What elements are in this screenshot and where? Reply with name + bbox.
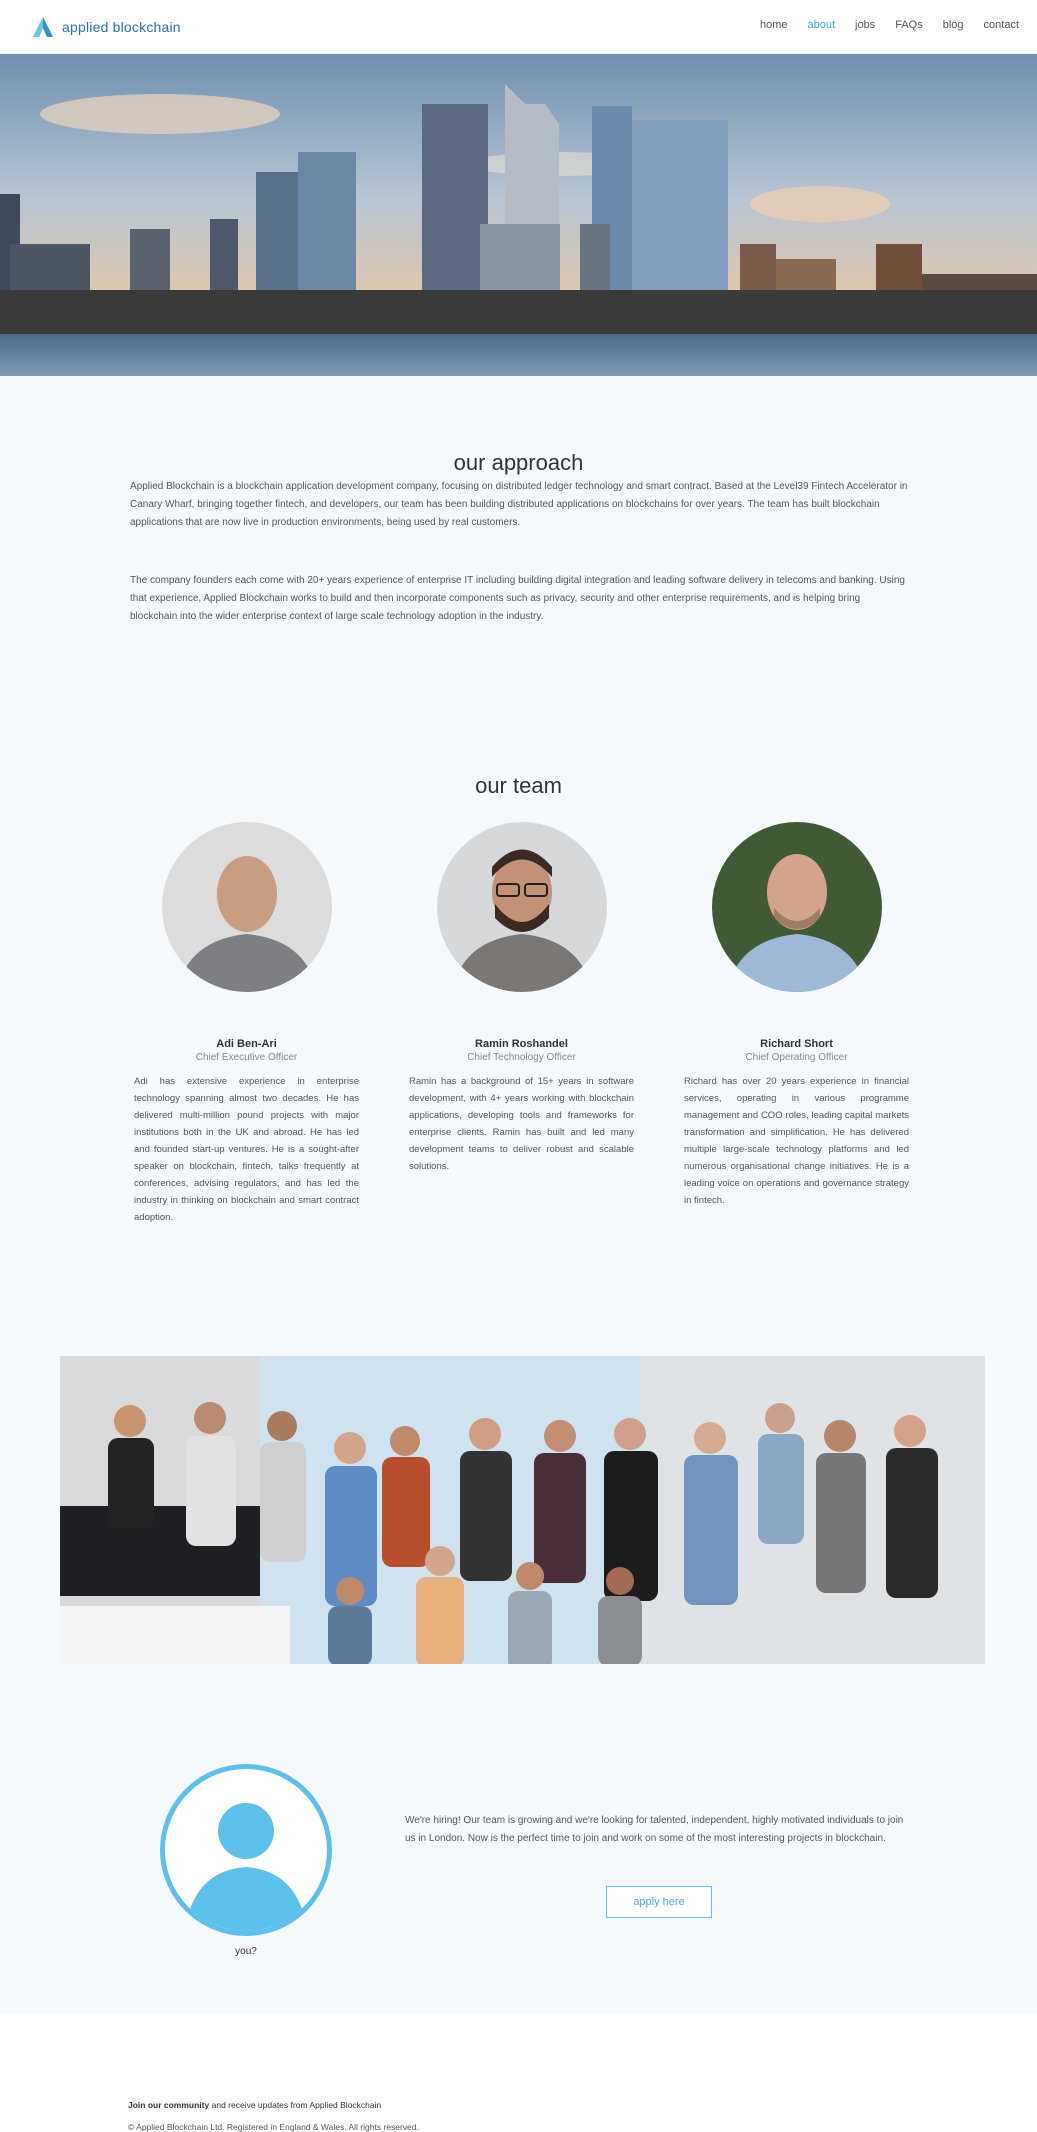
footer-community-link[interactable]: Join our community [128, 2100, 209, 2110]
team-title: our team [475, 773, 562, 799]
brand-logo[interactable]: applied blockchain [32, 16, 181, 38]
member-name: Ramin Roshandel [475, 1038, 568, 1050]
team-member-ramin: Ramin Roshandel Chief Technology Officer… [409, 822, 634, 1175]
member-role: Chief Operating Officer [745, 1052, 848, 1063]
nav-blog[interactable]: blog [943, 19, 964, 31]
group-photo-illustration [60, 1356, 985, 1664]
footer-community-text: and receive updates from Applied Blockch… [211, 2100, 382, 2110]
nav-about[interactable]: about [808, 19, 836, 31]
approach-paragraph-2: The company founders each come with 20+ … [130, 575, 905, 622]
footer [0, 2013, 1037, 2131]
apply-button[interactable]: apply here [606, 1886, 712, 1918]
nav-jobs[interactable]: jobs [855, 19, 875, 31]
member-name: Richard Short [760, 1038, 833, 1050]
member-bio: Richard has over 20 years experience in … [684, 1076, 909, 1206]
you-label: you? [235, 1946, 257, 1957]
logo-icon [33, 17, 53, 37]
footer-community-line: Join our community and receive updates f… [128, 2100, 381, 2110]
member-role: Chief Executive Officer [195, 1052, 298, 1063]
avatar [711, 822, 882, 992]
brand-name: applied blockchain [62, 19, 181, 35]
you-avatar [160, 1764, 332, 1936]
person-photo-icon [436, 822, 607, 992]
hero-skyline-image [0, 54, 1037, 376]
top-navigation-bar: applied blockchain home about jobs FAQs … [0, 0, 1037, 54]
team-group-photo [60, 1356, 985, 1664]
skyline-illustration [0, 54, 1037, 376]
user-silhouette-icon [185, 1803, 307, 1931]
hiring-text: We're hiring! Our team is growing and we… [405, 1815, 904, 1844]
member-bio: Ramin has a background of 15+ years in s… [409, 1076, 634, 1172]
person-photo-icon [711, 822, 882, 992]
team-member-richard: Richard Short Chief Operating Officer Ri… [684, 822, 909, 1209]
approach-paragraph-1: Applied Blockchain is a blockchain appli… [130, 481, 908, 528]
avatar [161, 822, 332, 992]
member-bio: Adi has extensive experience in enterpri… [134, 1076, 359, 1223]
nav-home[interactable]: home [760, 19, 788, 31]
team-member-adi: Adi Ben-Ari Chief Executive Officer Adi … [134, 822, 359, 1226]
person-photo-icon [161, 822, 332, 992]
member-name: Adi Ben-Ari [216, 1038, 277, 1050]
nav-contact[interactable]: contact [984, 19, 1019, 31]
member-role: Chief Technology Officer [467, 1052, 576, 1063]
main-nav: home about jobs FAQs blog contact [760, 19, 1019, 31]
avatar [436, 822, 607, 992]
approach-title: our approach [453, 450, 584, 476]
nav-faqs[interactable]: FAQs [895, 19, 923, 31]
